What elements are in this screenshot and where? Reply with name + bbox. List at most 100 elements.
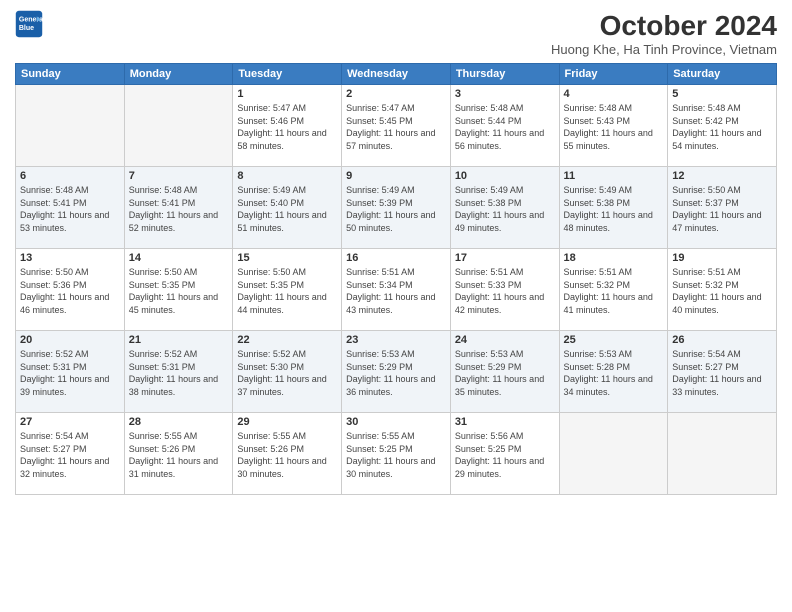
logo: General Blue xyxy=(15,10,43,38)
header: General Blue October 2024 Huong Khe, Ha … xyxy=(15,10,777,57)
table-row: 30Sunrise: 5:55 AMSunset: 5:25 PMDayligh… xyxy=(342,413,451,495)
daylight-text: Daylight: 11 hours and 48 minutes. xyxy=(564,210,653,233)
day-info: Sunrise: 5:52 AMSunset: 5:31 PMDaylight:… xyxy=(129,348,229,398)
day-info: Sunrise: 5:51 AMSunset: 5:32 PMDaylight:… xyxy=(564,266,664,316)
sunrise-text: Sunrise: 5:50 AM xyxy=(129,267,198,277)
sunset-text: Sunset: 5:26 PM xyxy=(237,444,304,454)
table-row: 18 Sunrise: 5:51 AMSunset: 5:32 PMDayligh… xyxy=(559,249,668,331)
sunrise-text: Sunrise: 5:47 AM xyxy=(237,103,306,113)
daylight-text: Daylight: 11 hours and 55 minutes. xyxy=(564,128,653,151)
daylight-text: Daylight: 11 hours and 33 minutes. xyxy=(672,374,761,397)
table-row: 3 Sunrise: 5:48 AMSunset: 5:44 PMDaylight… xyxy=(450,85,559,167)
sunrise-text: Sunrise: 5:51 AM xyxy=(455,267,524,277)
sunset-text: Sunset: 5:29 PM xyxy=(346,362,413,372)
day-number: 29 xyxy=(237,416,337,428)
daylight-text: Daylight: 11 hours and 31 minutes. xyxy=(129,456,218,479)
day-number: 8 xyxy=(237,170,337,182)
day-info: Sunrise: 5:47 AMSunset: 5:45 PMDaylight:… xyxy=(346,102,446,152)
table-row: 22Sunrise: 5:52 AMSunset: 5:30 PMDayligh… xyxy=(233,331,342,413)
day-info: Sunrise: 5:52 AMSunset: 5:31 PMDaylight:… xyxy=(20,348,120,398)
sunset-text: Sunset: 5:27 PM xyxy=(672,362,739,372)
sunrise-text: Sunrise: 5:53 AM xyxy=(564,349,633,359)
day-number: 18 xyxy=(564,252,664,264)
sunrise-text: Sunrise: 5:55 AM xyxy=(346,431,415,441)
sunrise-text: Sunrise: 5:53 AM xyxy=(346,349,415,359)
sunset-text: Sunset: 5:41 PM xyxy=(20,198,87,208)
calendar-week-row: 13Sunrise: 5:50 AMSunset: 5:36 PMDayligh… xyxy=(16,249,777,331)
sunset-text: Sunset: 5:45 PM xyxy=(346,116,413,126)
table-row: 8Sunrise: 5:49 AMSunset: 5:40 PMDaylight… xyxy=(233,167,342,249)
table-row: 12Sunrise: 5:50 AMSunset: 5:37 PMDayligh… xyxy=(668,167,777,249)
sunrise-text: Sunrise: 5:48 AM xyxy=(129,185,198,195)
day-info: Sunrise: 5:54 AMSunset: 5:27 PMDaylight:… xyxy=(20,430,120,480)
table-row: 7Sunrise: 5:48 AMSunset: 5:41 PMDaylight… xyxy=(124,167,233,249)
sunset-text: Sunset: 5:44 PM xyxy=(455,116,522,126)
sunrise-text: Sunrise: 5:48 AM xyxy=(672,103,741,113)
day-number: 6 xyxy=(20,170,120,182)
table-row: 4Sunrise: 5:48 AMSunset: 5:43 PMDaylight… xyxy=(559,85,668,167)
sunrise-text: Sunrise: 5:51 AM xyxy=(346,267,415,277)
table-row: 19Sunrise: 5:51 AMSunset: 5:32 PMDayligh… xyxy=(668,249,777,331)
day-info: Sunrise: 5:47 AMSunset: 5:46 PMDaylight:… xyxy=(237,102,337,152)
daylight-text: Daylight: 11 hours and 40 minutes. xyxy=(672,292,761,315)
sunset-text: Sunset: 5:30 PM xyxy=(237,362,304,372)
sunset-text: Sunset: 5:40 PM xyxy=(237,198,304,208)
sunset-text: Sunset: 5:33 PM xyxy=(455,280,522,290)
sunrise-text: Sunrise: 5:51 AM xyxy=(672,267,741,277)
sunrise-text: Sunrise: 5:49 AM xyxy=(237,185,306,195)
sunrise-text: Sunrise: 5:52 AM xyxy=(129,349,198,359)
sunset-text: Sunset: 5:26 PM xyxy=(129,444,196,454)
day-number: 27 xyxy=(20,416,120,428)
location: Huong Khe, Ha Tinh Province, Vietnam xyxy=(551,42,777,57)
col-thursday: Thursday xyxy=(450,64,559,85)
sunrise-text: Sunrise: 5:48 AM xyxy=(564,103,633,113)
day-info: Sunrise: 5:50 AMSunset: 5:37 PMDaylight:… xyxy=(672,184,772,234)
day-info: Sunrise: 5:48 AMSunset: 5:44 PMDaylight:… xyxy=(455,102,555,152)
day-number: 14 xyxy=(129,252,229,264)
calendar-week-row: 1 Sunrise: 5:47 AMSunset: 5:46 PMDaylight… xyxy=(16,85,777,167)
day-number: 3 xyxy=(455,88,555,100)
daylight-text: Daylight: 11 hours and 41 minutes. xyxy=(564,292,653,315)
day-number: 15 xyxy=(237,252,337,264)
sunset-text: Sunset: 5:38 PM xyxy=(455,198,522,208)
sunset-text: Sunset: 5:41 PM xyxy=(129,198,196,208)
day-info: Sunrise: 5:51 AMSunset: 5:34 PMDaylight:… xyxy=(346,266,446,316)
table-row: 27 Sunrise: 5:54 AMSunset: 5:27 PMDayligh… xyxy=(16,413,125,495)
day-info: Sunrise: 5:50 AMSunset: 5:35 PMDaylight:… xyxy=(237,266,337,316)
daylight-text: Daylight: 11 hours and 30 minutes. xyxy=(346,456,435,479)
day-info: Sunrise: 5:52 AMSunset: 5:30 PMDaylight:… xyxy=(237,348,337,398)
daylight-text: Daylight: 11 hours and 56 minutes. xyxy=(455,128,544,151)
table-row: 15 Sunrise: 5:50 AMSunset: 5:35 PMDayligh… xyxy=(233,249,342,331)
calendar-table: Sunday Monday Tuesday Wednesday Thursday… xyxy=(15,63,777,495)
col-monday: Monday xyxy=(124,64,233,85)
calendar-header-row: Sunday Monday Tuesday Wednesday Thursday… xyxy=(16,64,777,85)
table-row: 28Sunrise: 5:55 AMSunset: 5:26 PMDayligh… xyxy=(124,413,233,495)
day-number: 20 xyxy=(20,334,120,346)
sunset-text: Sunset: 5:38 PM xyxy=(564,198,631,208)
day-number: 10 xyxy=(455,170,555,182)
day-info: Sunrise: 5:49 AMSunset: 5:40 PMDaylight:… xyxy=(237,184,337,234)
daylight-text: Daylight: 11 hours and 58 minutes. xyxy=(237,128,326,151)
day-info: Sunrise: 5:51 AMSunset: 5:32 PMDaylight:… xyxy=(672,266,772,316)
table-row: 31Sunrise: 5:56 AMSunset: 5:25 PMDayligh… xyxy=(450,413,559,495)
daylight-text: Daylight: 11 hours and 46 minutes. xyxy=(20,292,109,315)
day-info: Sunrise: 5:51 AMSunset: 5:33 PMDaylight:… xyxy=(455,266,555,316)
sunset-text: Sunset: 5:25 PM xyxy=(455,444,522,454)
day-info: Sunrise: 5:50 AMSunset: 5:35 PMDaylight:… xyxy=(129,266,229,316)
day-info: Sunrise: 5:53 AMSunset: 5:29 PMDaylight:… xyxy=(346,348,446,398)
sunrise-text: Sunrise: 5:53 AM xyxy=(455,349,524,359)
table-row xyxy=(124,85,233,167)
page: General Blue October 2024 Huong Khe, Ha … xyxy=(0,0,792,612)
day-number: 21 xyxy=(129,334,229,346)
col-tuesday: Tuesday xyxy=(233,64,342,85)
day-info: Sunrise: 5:48 AMSunset: 5:43 PMDaylight:… xyxy=(564,102,664,152)
sunrise-text: Sunrise: 5:50 AM xyxy=(237,267,306,277)
day-info: Sunrise: 5:48 AMSunset: 5:41 PMDaylight:… xyxy=(20,184,120,234)
day-number: 9 xyxy=(346,170,446,182)
day-info: Sunrise: 5:49 AMSunset: 5:39 PMDaylight:… xyxy=(346,184,446,234)
sunset-text: Sunset: 5:25 PM xyxy=(346,444,413,454)
day-number: 11 xyxy=(564,170,664,182)
month-title: October 2024 xyxy=(551,10,777,42)
day-number: 1 xyxy=(237,88,337,100)
sunrise-text: Sunrise: 5:55 AM xyxy=(237,431,306,441)
